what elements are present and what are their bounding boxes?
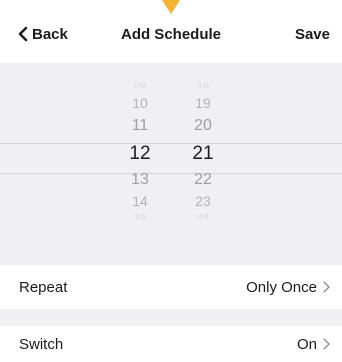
chevron-right-icon [323, 281, 330, 293]
chevron-right-icon [323, 338, 330, 350]
switch-row[interactable]: Switch On [0, 326, 342, 362]
page-title: Add Schedule [120, 26, 221, 43]
switch-value: On [296, 335, 317, 353]
hour-option: 13 [131, 171, 149, 188]
picker-selection-top-line [0, 143, 342, 144]
time-picker-area [0, 63, 342, 245]
repeat-value: Only Once [246, 278, 317, 296]
switch-label: Switch [19, 335, 64, 353]
repeat-row[interactable]: Repeat Only Once [0, 265, 342, 309]
repeat-label: Repeat [19, 278, 68, 296]
minute-option: 24 [196, 212, 210, 222]
minute-option: 22 [194, 171, 212, 188]
minute-wheel[interactable]: 18 19 20 21 22 23 24 [178, 80, 228, 222]
hour-option: 10 [132, 95, 148, 111]
picker-selection-bottom-line [0, 173, 342, 174]
section-separator [0, 309, 342, 326]
minute-option: 23 [195, 193, 211, 209]
hour-option: 11 [131, 117, 149, 134]
save-button[interactable]: Save [295, 26, 330, 43]
hour-option: 14 [132, 193, 148, 209]
minute-option: 20 [194, 117, 212, 134]
hour-wheel[interactable]: 09 10 11 12 13 14 15 [115, 80, 165, 222]
repeat-value-group: Only Once [246, 279, 330, 296]
hour-option: 15 [133, 212, 147, 222]
selected-minute: 21 [192, 143, 214, 164]
minute-option: 19 [195, 95, 211, 111]
switch-value-group: On [297, 336, 330, 353]
hour-option: 09 [133, 81, 147, 90]
minute-option: 18 [196, 81, 210, 90]
position-marker [162, 0, 180, 14]
navigation-bar: Back Add Schedule Save [0, 0, 342, 63]
selected-hour: 12 [129, 143, 151, 164]
